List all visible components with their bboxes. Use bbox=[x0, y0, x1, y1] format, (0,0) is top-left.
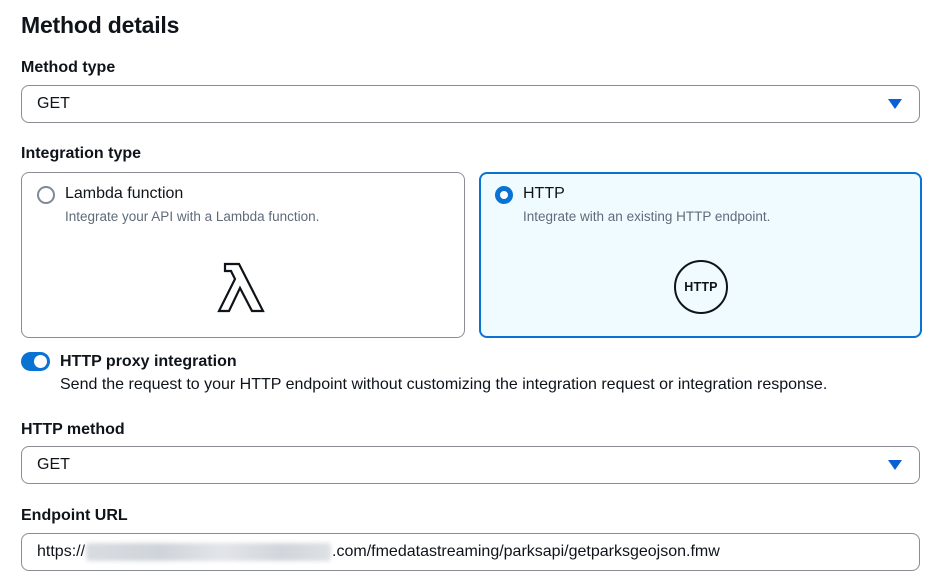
radio-lambda[interactable] bbox=[37, 186, 55, 204]
method-type-label: Method type bbox=[21, 59, 116, 76]
http-option-title: HTTP bbox=[523, 185, 565, 202]
http-icon: HTTP bbox=[674, 260, 728, 314]
integration-option-lambda[interactable]: Lambda function Integrate your API with … bbox=[21, 172, 465, 338]
lambda-icon bbox=[217, 262, 265, 313]
method-type-select[interactable]: GET bbox=[21, 85, 920, 123]
lambda-option-title: Lambda function bbox=[65, 185, 184, 202]
endpoint-url-prefix: https:// bbox=[37, 543, 86, 560]
http-proxy-description: Send the request to your HTTP endpoint w… bbox=[60, 376, 828, 393]
endpoint-url-input[interactable]: https:// .com/fmedatastreaming/parksapi/… bbox=[21, 533, 920, 571]
toggle-knob bbox=[34, 355, 47, 368]
http-method-value: GET bbox=[37, 456, 70, 473]
http-proxy-toggle[interactable] bbox=[21, 352, 50, 371]
http-method-label: HTTP method bbox=[21, 421, 125, 438]
integration-option-http[interactable]: HTTP Integrate with an existing HTTP end… bbox=[479, 172, 922, 338]
http-method-select[interactable]: GET bbox=[21, 446, 920, 484]
http-proxy-label: HTTP proxy integration bbox=[60, 353, 237, 370]
caret-down-icon bbox=[888, 460, 902, 470]
http-option-description: Integrate with an existing HTTP endpoint… bbox=[523, 209, 771, 224]
radio-http[interactable] bbox=[495, 186, 513, 204]
endpoint-url-label: Endpoint URL bbox=[21, 507, 128, 524]
endpoint-url-suffix: .com/fmedatastreaming/parksapi/getparksg… bbox=[332, 543, 720, 560]
caret-down-icon bbox=[888, 99, 902, 109]
lambda-option-description: Integrate your API with a Lambda functio… bbox=[65, 209, 320, 224]
redacted-hostname bbox=[86, 543, 332, 561]
method-type-value: GET bbox=[37, 95, 70, 112]
integration-type-label: Integration type bbox=[21, 145, 142, 162]
page-title: Method details bbox=[21, 12, 180, 38]
